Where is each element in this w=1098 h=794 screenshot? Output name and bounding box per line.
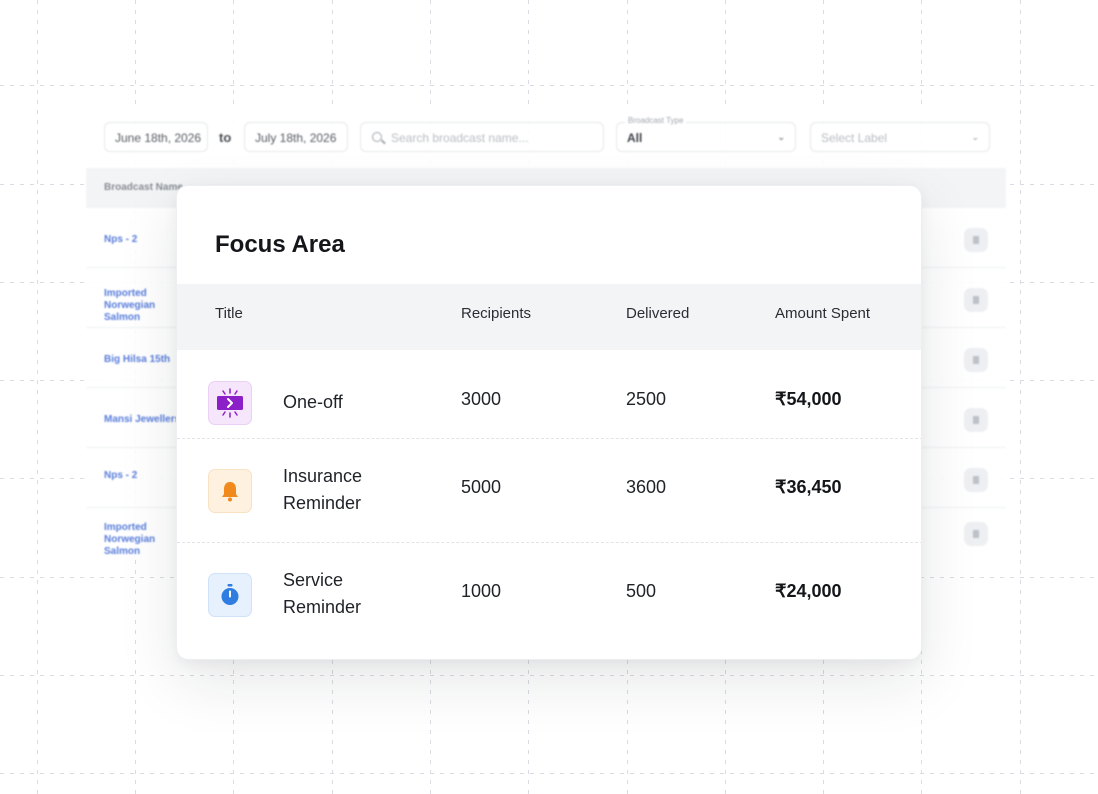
delete-icon[interactable] (964, 522, 988, 546)
label-select-placeholder: Select Label (821, 131, 888, 145)
date-range-to-label: to (219, 130, 232, 145)
row-title: Insurance Reminder (283, 466, 363, 513)
focus-area-card: Focus Area Title Recipients Delivered Am… (176, 185, 922, 660)
search-input[interactable]: Search broadcast name... (360, 122, 604, 152)
broadcast-type-label: Broadcast Type (625, 116, 687, 125)
row-amount-spent: ₹24,000 (775, 581, 842, 601)
label-select[interactable]: Select Label ⌄ (810, 122, 990, 152)
card-title: Focus Area (215, 231, 345, 258)
chevron-down-icon: ⌄ (777, 132, 785, 142)
table-row[interactable]: One-off 3000 2500 ₹54,000 (177, 351, 921, 439)
row-title: One-off (283, 392, 343, 412)
broadcast-icon (208, 381, 252, 425)
row-delivered: 500 (626, 581, 657, 601)
broadcast-type-value: All (627, 131, 643, 145)
column-title: Title (215, 305, 243, 322)
stopwatch-icon (208, 573, 252, 617)
bell-icon (208, 469, 252, 513)
date-to-field[interactable]: July 18th, 2026 (244, 122, 348, 152)
row-delivered: 2500 (626, 389, 667, 409)
broadcast-name-link[interactable]: Mansi Jewellers (104, 414, 184, 426)
delete-icon[interactable] (964, 348, 988, 372)
row-recipients: 1000 (461, 581, 502, 601)
delete-icon[interactable] (964, 468, 988, 492)
column-recipients: Recipients (461, 305, 532, 322)
row-amount-spent: ₹36,450 (775, 477, 842, 497)
broadcast-type-select[interactable]: Broadcast Type All ⌄ (616, 116, 796, 152)
broadcast-name-link[interactable]: Nps - 2 (104, 470, 184, 482)
table-row[interactable]: Service Reminder 1000 500 ₹24,000 (177, 543, 921, 647)
chevron-down-icon: ⌄ (971, 132, 979, 142)
row-delivered: 3600 (626, 477, 667, 497)
date-from-field[interactable]: June 18th, 2026 (104, 122, 208, 152)
delete-icon[interactable] (964, 288, 988, 312)
broadcast-name-link[interactable]: Nps - 2 (104, 234, 184, 246)
search-placeholder: Search broadcast name... (391, 131, 529, 145)
table-row[interactable]: Insurance Reminder 5000 3600 ₹36,450 (177, 439, 921, 543)
column-amount-spent: Amount Spent (775, 305, 871, 322)
search-icon (372, 132, 382, 142)
filter-bar: June 18th, 2026 to July 18th, 2026 Searc… (104, 116, 990, 154)
row-recipients: 5000 (461, 477, 502, 497)
delete-icon[interactable] (964, 228, 988, 252)
column-broadcast-name: Broadcast Name (104, 182, 183, 193)
row-recipients: 3000 (461, 389, 502, 409)
column-delivered: Delivered (626, 305, 690, 322)
broadcast-name-link[interactable]: Big Hilsa 15th (104, 354, 184, 366)
delete-icon[interactable] (964, 408, 988, 432)
row-amount-spent: ₹54,000 (775, 389, 842, 409)
row-title: Service Reminder (283, 570, 362, 617)
table-header: Title Recipients Delivered Amount Spent (177, 284, 921, 350)
broadcast-name-link[interactable]: Imported Norwegian Salmon (104, 522, 184, 558)
broadcast-name-link[interactable]: Imported Norwegian Salmon (104, 288, 184, 324)
